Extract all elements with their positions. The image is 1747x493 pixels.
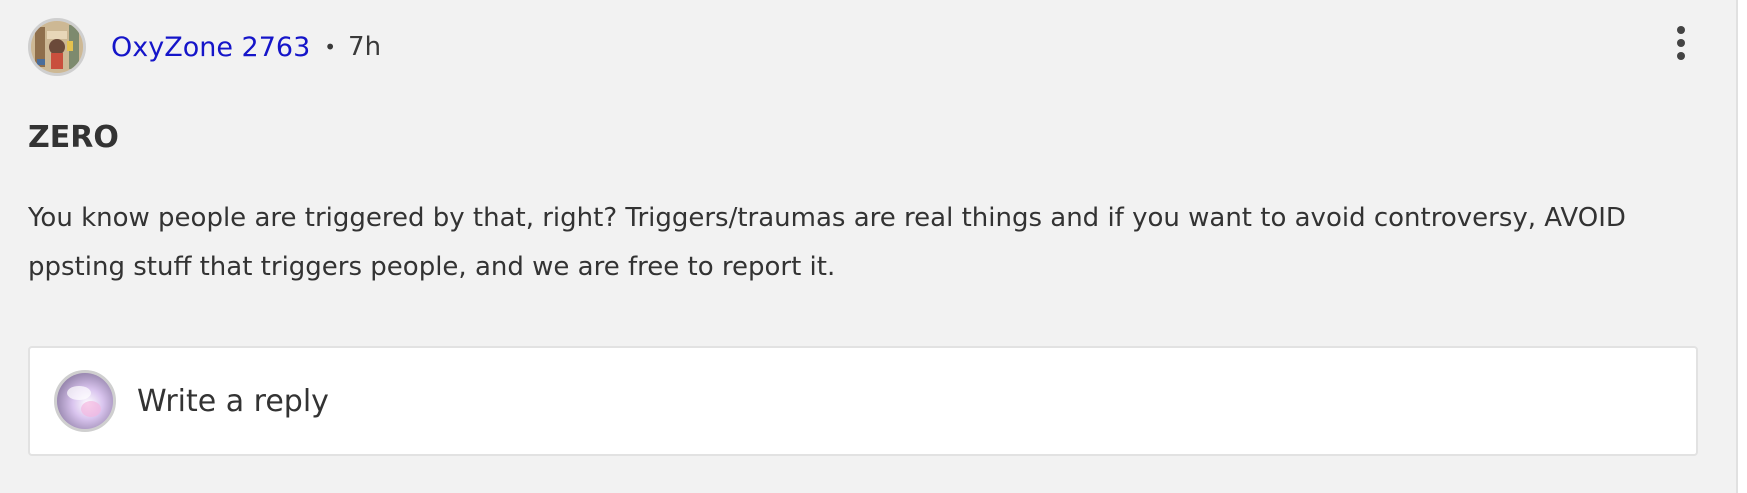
- menu-dot: [1677, 52, 1685, 60]
- reply-composer[interactable]: [28, 346, 1698, 456]
- author-avatar[interactable]: [28, 18, 86, 76]
- reply-input[interactable]: [137, 383, 1537, 419]
- more-options-icon[interactable]: [1666, 22, 1696, 64]
- post-timestamp: 7h: [348, 32, 382, 62]
- menu-dot: [1677, 26, 1685, 34]
- current-user-avatar: [54, 370, 116, 432]
- comment-body: You know people are triggered by that, r…: [28, 203, 1626, 282]
- author-name-link[interactable]: OxyZone 2763: [111, 32, 310, 63]
- comment-header: OxyZone 2763 • 7h: [28, 17, 381, 77]
- current-user-avatar-image: [57, 373, 113, 429]
- author-avatar-image: [31, 21, 83, 73]
- comment-title: ZERO: [28, 120, 119, 155]
- comment-card: OxyZone 2763 • 7h ZERO You know people a…: [0, 0, 1738, 493]
- menu-dot: [1677, 39, 1685, 47]
- meta-separator: •: [324, 35, 337, 59]
